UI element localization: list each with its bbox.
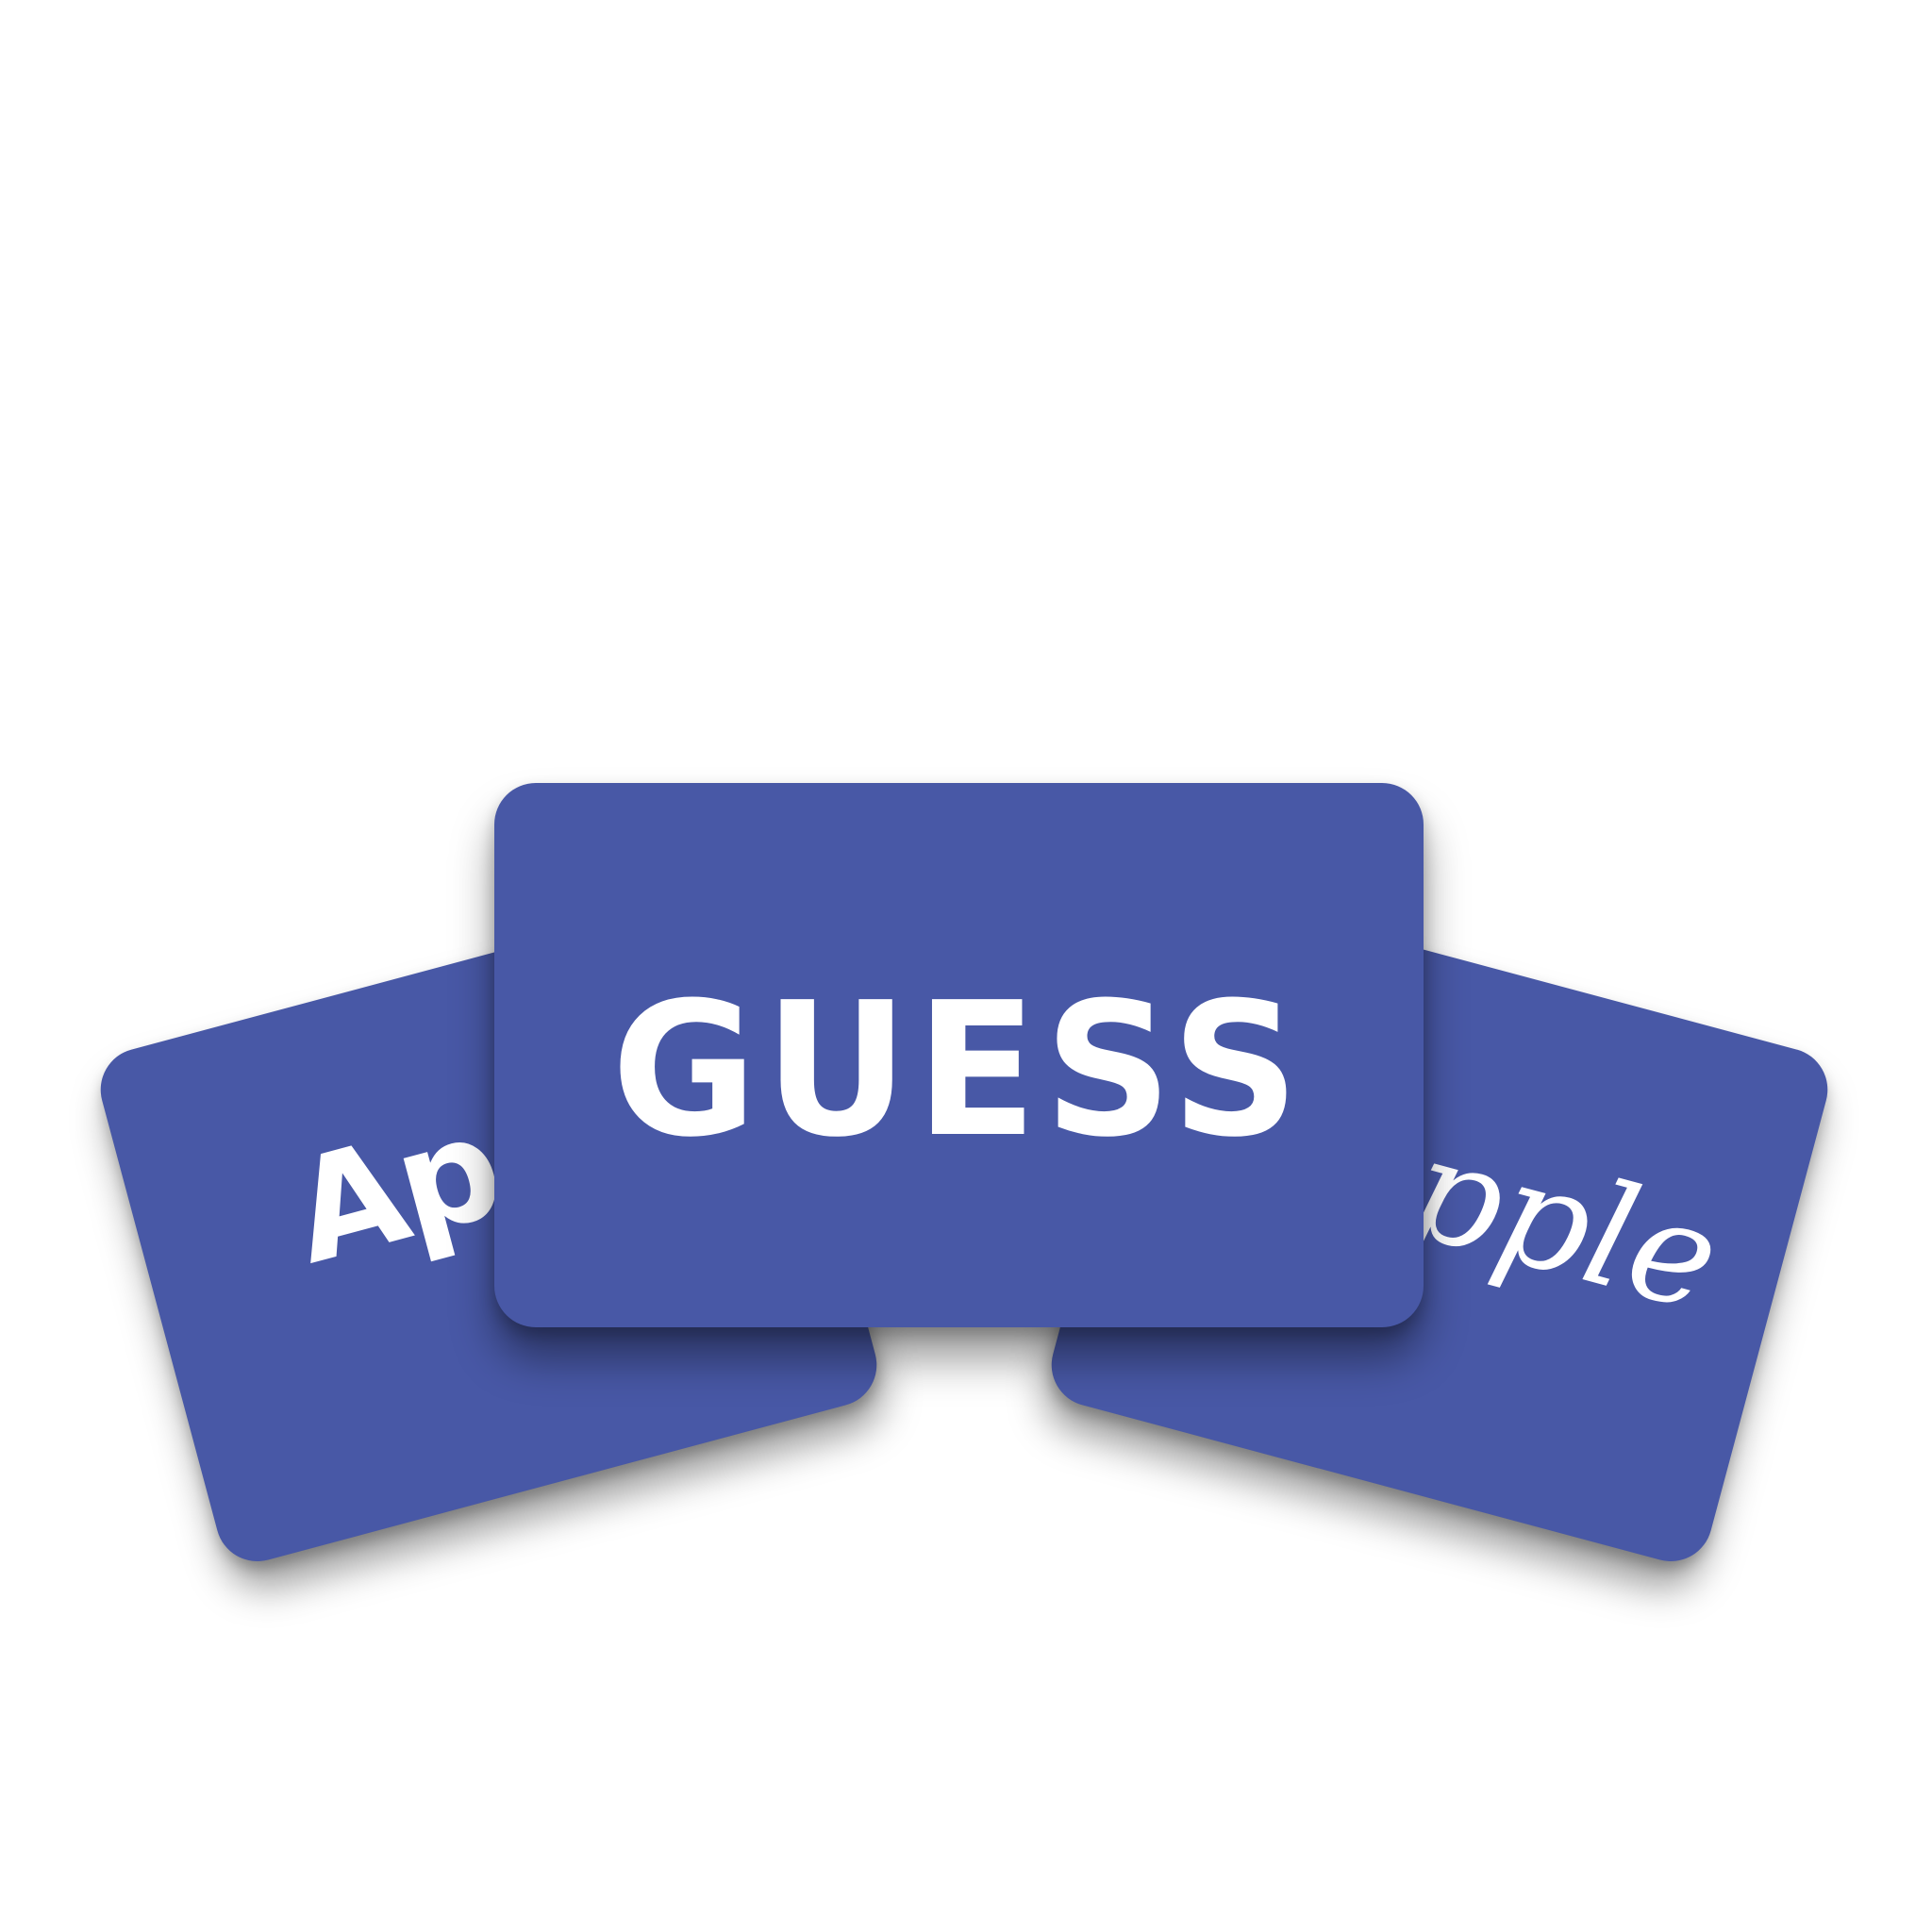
game-stage: Apple Apple GUESS [0,0,1932,1932]
guess-card[interactable]: GUESS [494,783,1424,1327]
guess-label: GUESS [611,963,1307,1178]
